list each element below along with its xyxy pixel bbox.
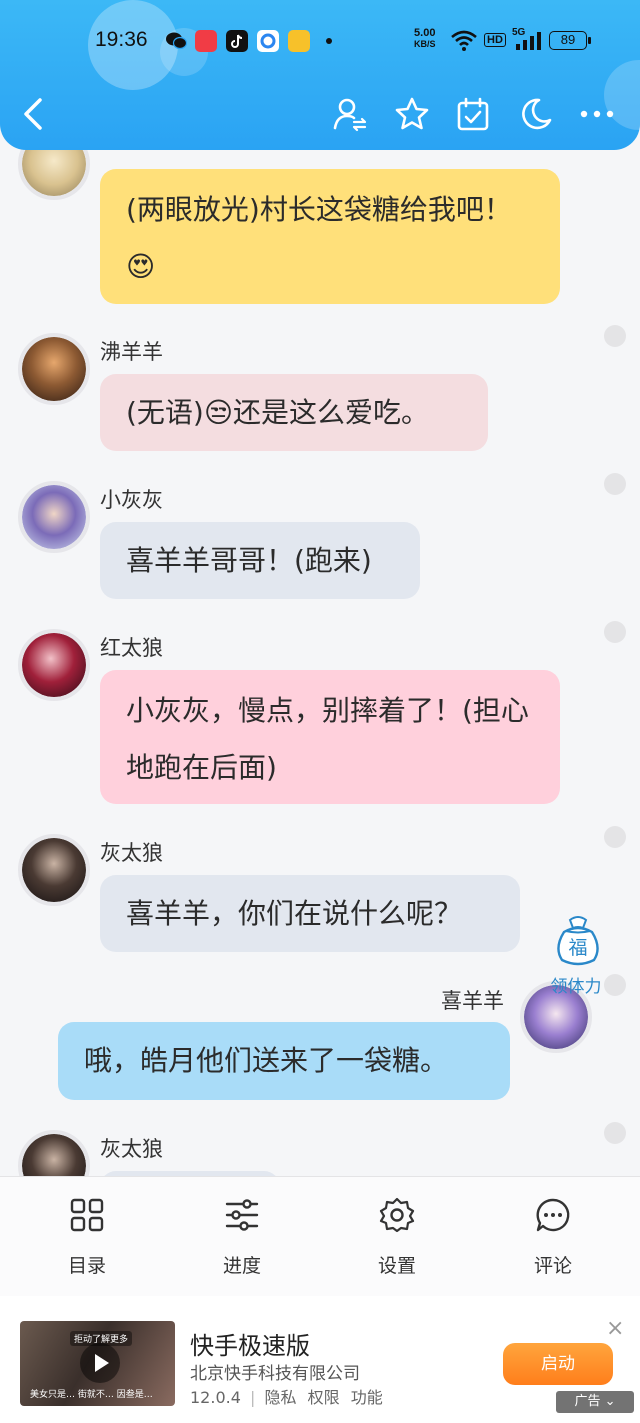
more-icon (580, 110, 614, 118)
avatar[interactable] (18, 333, 90, 405)
ad-banner[interactable]: 拒动了解更多 美女只是… 街就不… 因叁是… 快手极速版 北京快手科技有限公司 … (0, 1296, 640, 1423)
moon-icon (522, 98, 552, 130)
lucky-bag-label: 领体力 (550, 977, 602, 997)
status-dot (604, 325, 626, 347)
lucky-bag-widget[interactable]: 福 领体力 (548, 912, 608, 997)
sender-name: 喜羊羊 (441, 989, 504, 1013)
net-speed: 5.00 KB/S (414, 27, 436, 50)
nav-label: 目录 (67, 1255, 106, 1277)
grid-icon (70, 1198, 104, 1232)
wechat-icon (165, 30, 188, 52)
ad-company: 北京快手科技有限公司 (190, 1364, 360, 1384)
status-dot (604, 473, 626, 495)
sender-name: 灰太狼 (100, 841, 163, 865)
gear-icon (379, 1197, 415, 1233)
status-dot (604, 621, 626, 643)
sender-name: 沸羊羊 (100, 340, 163, 364)
svg-text:福: 福 (568, 937, 587, 959)
message-bubble[interactable]: (两眼放光)村长这袋糖给我吧！😍 (100, 169, 560, 304)
battery-indicator: 89 (549, 31, 591, 50)
nav-label: 进度 (222, 1255, 261, 1277)
lucky-bag-icon: 福 (557, 916, 599, 966)
signal-icon (516, 32, 541, 50)
sender-name: 小灰灰 (100, 488, 163, 512)
avatar[interactable] (18, 1130, 90, 1176)
nav-label: 设置 (377, 1255, 416, 1277)
ad-meta: 12.0.4 | 隐私 权限 功能 (190, 1388, 383, 1407)
nav-settings[interactable]: 设置 (347, 1197, 447, 1287)
clock: 19:36 (95, 28, 148, 51)
message-bubble[interactable]: (无语)😒还是这么爱吃。 (100, 374, 488, 451)
close-icon[interactable]: × (606, 1316, 624, 1341)
ad-tag[interactable]: 广告 ⌄ (556, 1391, 634, 1413)
favorite-button[interactable] (390, 92, 434, 136)
coupon-icon (288, 30, 310, 52)
more-notifications-icon (326, 38, 332, 44)
nav-comments[interactable]: 评论 (503, 1197, 603, 1287)
avatar[interactable] (18, 834, 90, 906)
browser-icon (257, 30, 279, 52)
back-icon (24, 98, 42, 130)
ad-privacy-link[interactable]: 隐私 (264, 1388, 296, 1407)
sender-name: 红太狼 (100, 636, 163, 660)
hd-badge: HD (484, 33, 506, 47)
play-icon (80, 1343, 120, 1383)
nav-catalog[interactable]: 目录 (37, 1197, 137, 1287)
more-button[interactable] (575, 92, 619, 136)
bottom-nav: 目录 进度 设置 评论 (0, 1176, 640, 1296)
pinduoduo-icon (195, 30, 217, 52)
nav-progress[interactable]: 进度 (192, 1197, 292, 1287)
ad-thumbnail[interactable]: 拒动了解更多 美女只是… 街就不… 因叁是… (20, 1321, 175, 1406)
ad-version: 12.0.4 (190, 1388, 241, 1407)
status-bar: 19:36 5.00 KB/S HD 5G 89 (0, 20, 640, 64)
ad-features-link[interactable]: 功能 (351, 1388, 383, 1407)
calendar-check-icon (457, 97, 489, 131)
ad-permissions-link[interactable]: 权限 (308, 1388, 340, 1407)
message-bubble[interactable]: 喜羊羊哥哥！(跑来) (100, 522, 420, 599)
ad-app-name: 快手极速版 (190, 1332, 310, 1360)
chat-area[interactable]: (两眼放光)村长这袋糖给我吧！😍 沸羊羊 (无语)😒还是这么爱吃。 小灰灰 喜羊… (0, 0, 640, 1176)
message-bubble[interactable]: 喜羊羊，你们在说什么呢？ (100, 875, 520, 952)
star-icon (395, 97, 429, 130)
night-mode-button[interactable] (513, 92, 557, 136)
ad-launch-button[interactable]: 启动 (503, 1343, 613, 1385)
ad-thumb-caption: 美女只是… 街就不… 因叁是… (30, 1390, 153, 1400)
switch-role-button[interactable] (328, 92, 372, 136)
sliders-icon (225, 1199, 259, 1231)
avatar[interactable] (18, 481, 90, 553)
back-button[interactable] (12, 92, 56, 136)
status-dot (604, 826, 626, 848)
comment-icon (536, 1198, 570, 1232)
tiktok-icon (226, 30, 248, 52)
status-dot (604, 1122, 626, 1144)
switch-user-icon (333, 98, 367, 132)
message-bubble[interactable]: 哦，皓月他们送来了一袋糖。 (58, 1022, 510, 1100)
checkin-button[interactable] (451, 92, 495, 136)
wifi-icon (451, 30, 477, 51)
message-bubble[interactable]: 小灰灰，慢点，别摔着了！(担心地跑在后面) (100, 670, 560, 804)
app-header: 19:36 5.00 KB/S HD 5G 89 (0, 0, 640, 150)
avatar[interactable] (18, 629, 90, 701)
nav-label: 评论 (533, 1255, 572, 1277)
sender-name: 灰太狼 (100, 1137, 163, 1161)
